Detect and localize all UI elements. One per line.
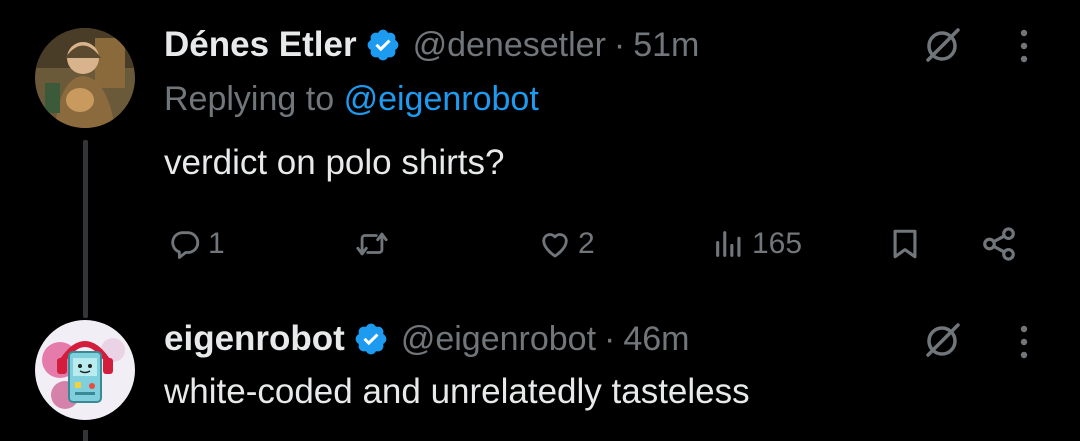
tweet-header: eigenrobot @eigenrobot · 46m [164,316,690,362]
verified-badge-icon [367,29,398,61]
retweet-button[interactable] [354,220,396,268]
separator: · [604,319,616,358]
grok-icon[interactable] [922,25,962,65]
bookmark-icon [893,229,917,259]
tweet-text: white-coded and unrelatedly tasteless [164,372,750,411]
tweet-header: Dénes Etler @denesetler · 51m [164,22,699,68]
views-icon [716,231,741,257]
verified-badge-icon [355,323,387,355]
handle[interactable]: @denesetler [413,26,606,65]
handle[interactable]: @eigenrobot [401,320,596,359]
views-button[interactable]: 165 [712,220,802,268]
tweet-text: verdict on polo shirts? [164,143,505,182]
grok-icon[interactable] [922,320,962,360]
tweet-actions: 1 2 165 [164,220,1034,268]
more-vertical-icon[interactable] [1019,28,1029,64]
timestamp[interactable]: 51m [633,26,699,65]
replying-label: Replying to [164,80,335,118]
reply-button[interactable]: 1 [168,220,225,268]
reply-count: 1 [208,227,225,260]
replying-to-link[interactable]: @eigenrobot [344,80,539,118]
like-count: 2 [578,227,595,260]
reply-thread: Dénes Etler @denesetler · 51m Replying t… [0,0,1080,441]
display-name[interactable]: eigenrobot [164,319,345,359]
views-count: 165 [752,227,803,260]
display-name[interactable]: Dénes Etler [164,25,357,65]
more-vertical-icon[interactable] [1019,324,1029,360]
avatar-eigenrobot[interactable] [35,320,135,420]
share-icon [983,227,1015,261]
thread-connector-line [83,140,88,318]
bookmark-button[interactable] [888,220,922,268]
reply-icon [171,231,200,259]
avatar-denes-etler[interactable] [35,28,135,128]
replying-to: Replying to @eigenrobot [164,80,539,119]
separator: · [613,25,626,64]
heart-icon [542,233,568,258]
retweet-icon [356,232,388,256]
like-button[interactable]: 2 [538,220,595,268]
thread-connector-line-bottom [83,430,88,441]
share-button[interactable] [980,220,1018,268]
timestamp[interactable]: 46m [623,320,689,359]
